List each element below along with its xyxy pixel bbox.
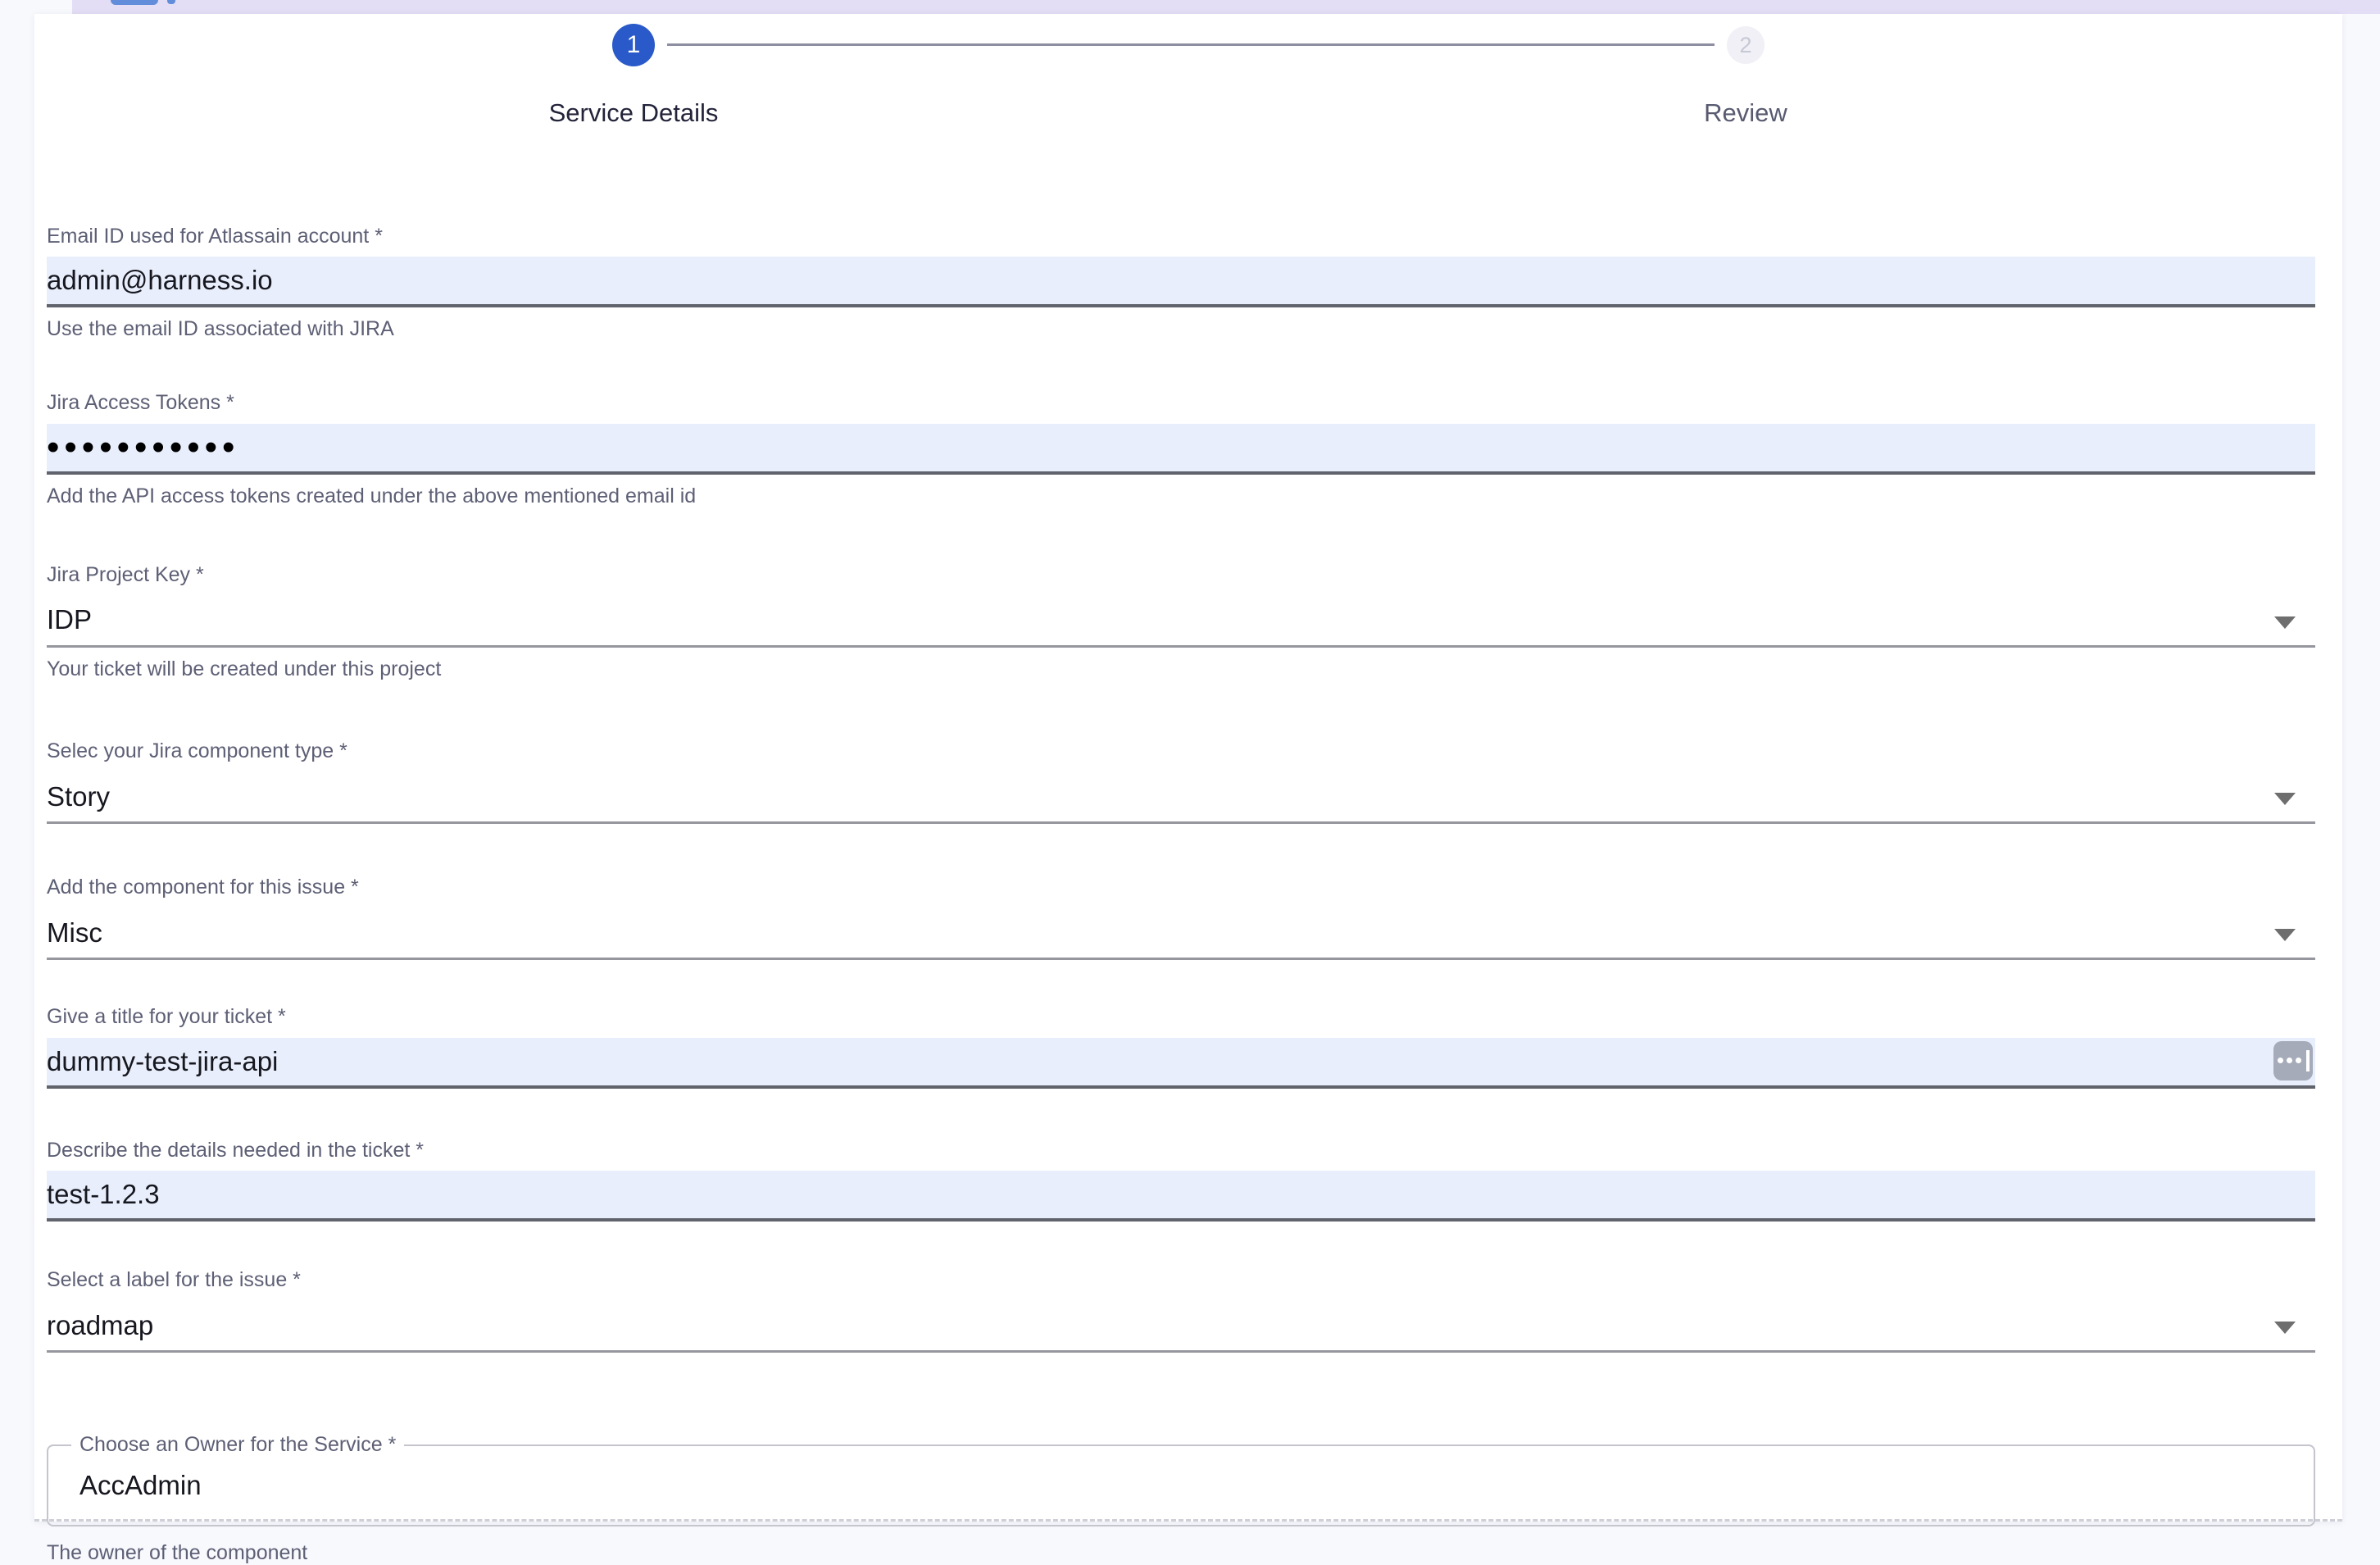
owner-value: AccAdmin: [79, 1470, 202, 1501]
project-key-field-group: Jira Project Key * IDP Your ticket will …: [47, 562, 2315, 681]
owner-field-helper: The owner of the component: [47, 1541, 2315, 1565]
chevron-down-icon: [2274, 1322, 2296, 1334]
service-details-form: Email ID used for Atlassain account * ad…: [47, 224, 2315, 1565]
component-type-field-group: Selec your Jira component type * Story: [47, 739, 2315, 824]
component-type-select[interactable]: Story: [47, 771, 2315, 824]
ticket-title-input[interactable]: dummy-test-jira-api: [47, 1038, 2315, 1089]
ticket-title-label: Give a title for your ticket *: [47, 1004, 2315, 1030]
ticket-title-field-group: Give a title for your ticket * dummy-tes…: [47, 1004, 2315, 1088]
step-2-number: 2: [1739, 33, 1751, 58]
clipped-logo-icon: [111, 0, 158, 5]
email-field-helper: Use the email ID associated with JIRA: [47, 317, 2315, 341]
issue-label-value: roadmap: [47, 1310, 153, 1341]
project-key-select[interactable]: IDP: [47, 595, 2315, 648]
owner-field-group: Choose an Owner for the Service * AccAdm…: [47, 1444, 2315, 1565]
owner-input[interactable]: Choose an Owner for the Service * AccAdm…: [47, 1444, 2315, 1526]
issue-component-label: Add the component for this issue *: [47, 875, 2315, 900]
chevron-down-icon: [2274, 793, 2296, 805]
clipped-logo-icon: [167, 0, 175, 4]
owner-field-label: Choose an Owner for the Service *: [71, 1433, 404, 1457]
chevron-down-icon: [2274, 616, 2296, 629]
project-key-label: Jira Project Key *: [47, 562, 2315, 588]
issue-label-label: Select a label for the issue *: [47, 1267, 2315, 1293]
component-type-value: Story: [47, 781, 110, 812]
email-field-label: Email ID used for Atlassain account *: [47, 224, 2315, 249]
ticket-title-value: dummy-test-jira-api: [47, 1046, 278, 1077]
step-2-label: Review: [1574, 98, 1918, 128]
project-key-helper: Your ticket will be created under this p…: [47, 657, 2315, 681]
step-1-indicator[interactable]: 1: [612, 24, 655, 66]
email-input[interactable]: admin@harness.io: [47, 257, 2315, 307]
email-input-value: admin@harness.io: [47, 265, 273, 296]
stepper-connector-line: [667, 43, 1715, 46]
access-tokens-masked-value: •••••••••••: [47, 422, 239, 473]
step-2-indicator[interactable]: 2: [1727, 26, 1765, 64]
ticket-description-field-group: Describe the details needed in the ticke…: [47, 1138, 2315, 1222]
issue-component-value: Misc: [47, 917, 102, 949]
access-tokens-field-group: Jira Access Tokens * ••••••••••• Add the…: [47, 390, 2315, 507]
workflow-form-card: 1 2 Service Details Review Email ID used…: [34, 14, 2342, 1522]
chevron-down-icon: [2274, 929, 2296, 941]
ticket-description-label: Describe the details needed in the ticke…: [47, 1138, 2315, 1163]
issue-component-field-group: Add the component for this issue * Misc: [47, 875, 2315, 960]
project-key-value: IDP: [47, 604, 92, 635]
component-type-label: Selec your Jira component type *: [47, 739, 2315, 764]
ticket-description-value: test-1.2.3: [47, 1179, 160, 1210]
access-tokens-helper: Add the API access tokens created under …: [47, 485, 2315, 508]
access-tokens-label: Jira Access Tokens *: [47, 390, 2315, 416]
access-tokens-input[interactable]: •••••••••••: [47, 424, 2315, 475]
email-field-group: Email ID used for Atlassain account * ad…: [47, 224, 2315, 341]
top-header-strip: [72, 0, 2380, 14]
step-1-number: 1: [627, 31, 641, 59]
ellipsis-cursor-icon[interactable]: [2273, 1041, 2313, 1080]
issue-label-field-group: Select a label for the issue * roadmap: [47, 1267, 2315, 1353]
issue-label-select[interactable]: roadmap: [47, 1300, 2315, 1353]
step-1-label: Service Details: [461, 98, 806, 128]
ticket-description-input[interactable]: test-1.2.3: [47, 1171, 2315, 1222]
issue-component-select[interactable]: Misc: [47, 908, 2315, 960]
